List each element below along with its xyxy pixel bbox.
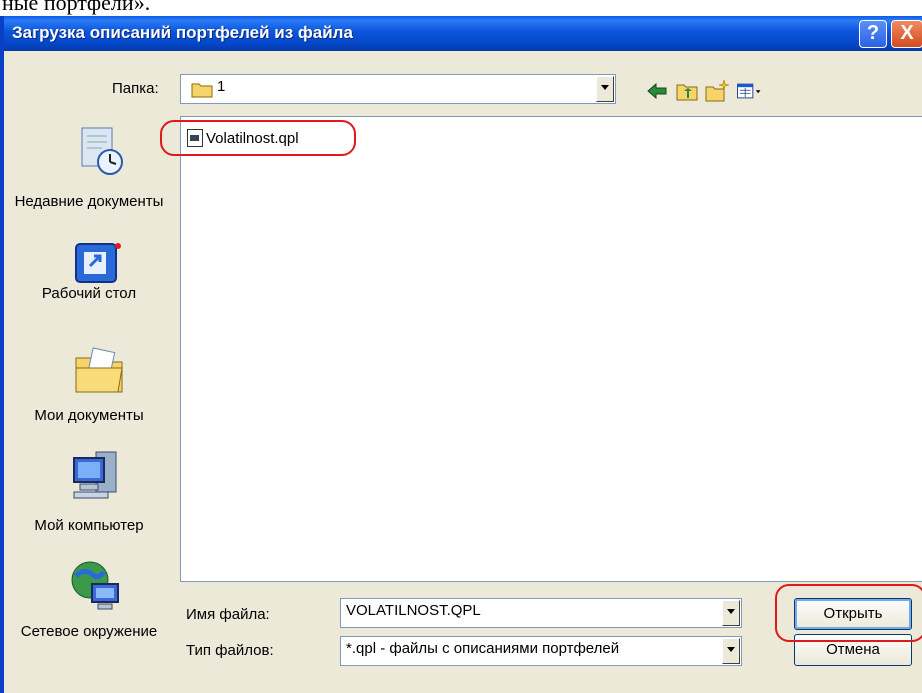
filetype-select[interactable]: *.qpl - файлы с описаниями портфелей [340,636,742,666]
recent-documents-icon [81,127,123,175]
close-button[interactable]: X [891,20,922,48]
page-text-fragment: ные портфели». [0,0,922,16]
up-folder-icon[interactable] [674,78,700,104]
my-computer-icon [73,451,117,499]
filename-input[interactable]: VOLATILNOST.QPL [340,598,742,628]
back-arrow-icon[interactable] [644,78,670,104]
new-folder-icon[interactable] [704,78,730,104]
top-text: ные портфели». [2,0,151,15]
my-documents-icon [75,347,123,393]
folder-combobox[interactable]: 1 [180,74,616,104]
place-my-computer[interactable]: Мой компьютер [4,448,174,548]
filename-label: Имя файла: [186,606,270,623]
place-label: Мои документы [34,407,144,424]
list-item[interactable]: Volatilnost.qpl [187,127,299,149]
open-button[interactable]: Открыть [794,598,912,630]
filename-dropdown-button[interactable] [722,600,740,626]
cancel-button[interactable]: Отмена [794,634,912,666]
folder-dropdown-button[interactable] [596,76,614,102]
file-name: Volatilnost.qpl [206,129,299,147]
folder-value: 1 [217,78,226,95]
place-label: Недавние документы [14,193,164,210]
network-icon [71,561,119,610]
filename-value: VOLATILNOST.QPL [346,602,481,619]
place-label: Мой компьютер [34,517,144,534]
folder-label: Папка: [112,80,159,97]
filetype-label: Тип файлов: [186,642,274,659]
help-button[interactable]: ? [859,20,887,48]
place-desktop[interactable]: Рабочий стол [4,236,174,326]
title-bar[interactable]: Загрузка описаний портфелей из файла ? X [4,16,922,51]
filetype-value: *.qpl - файлы с описаниями портфелей [346,640,620,657]
place-network[interactable]: Сетевое окружение [4,558,174,668]
place-label: Сетевое окружение [20,623,158,640]
file-list[interactable]: Volatilnost.qpl [180,116,922,582]
place-recent-documents[interactable]: Недавние документы [4,122,174,232]
qpl-file-icon [187,129,203,147]
window-title: Загрузка описаний портфелей из файла [12,23,353,42]
folder-icon [191,83,213,98]
place-label: Рабочий стол [41,285,137,302]
places-bar: Недавние документы Рабочий стол Мои доку… [4,110,174,693]
place-my-documents[interactable]: Мои документы [4,342,174,442]
open-file-dialog: Загрузка описаний портфелей из файла ? X… [0,16,922,693]
view-menu-icon[interactable] [736,78,762,104]
filetype-dropdown-button[interactable] [722,638,740,664]
